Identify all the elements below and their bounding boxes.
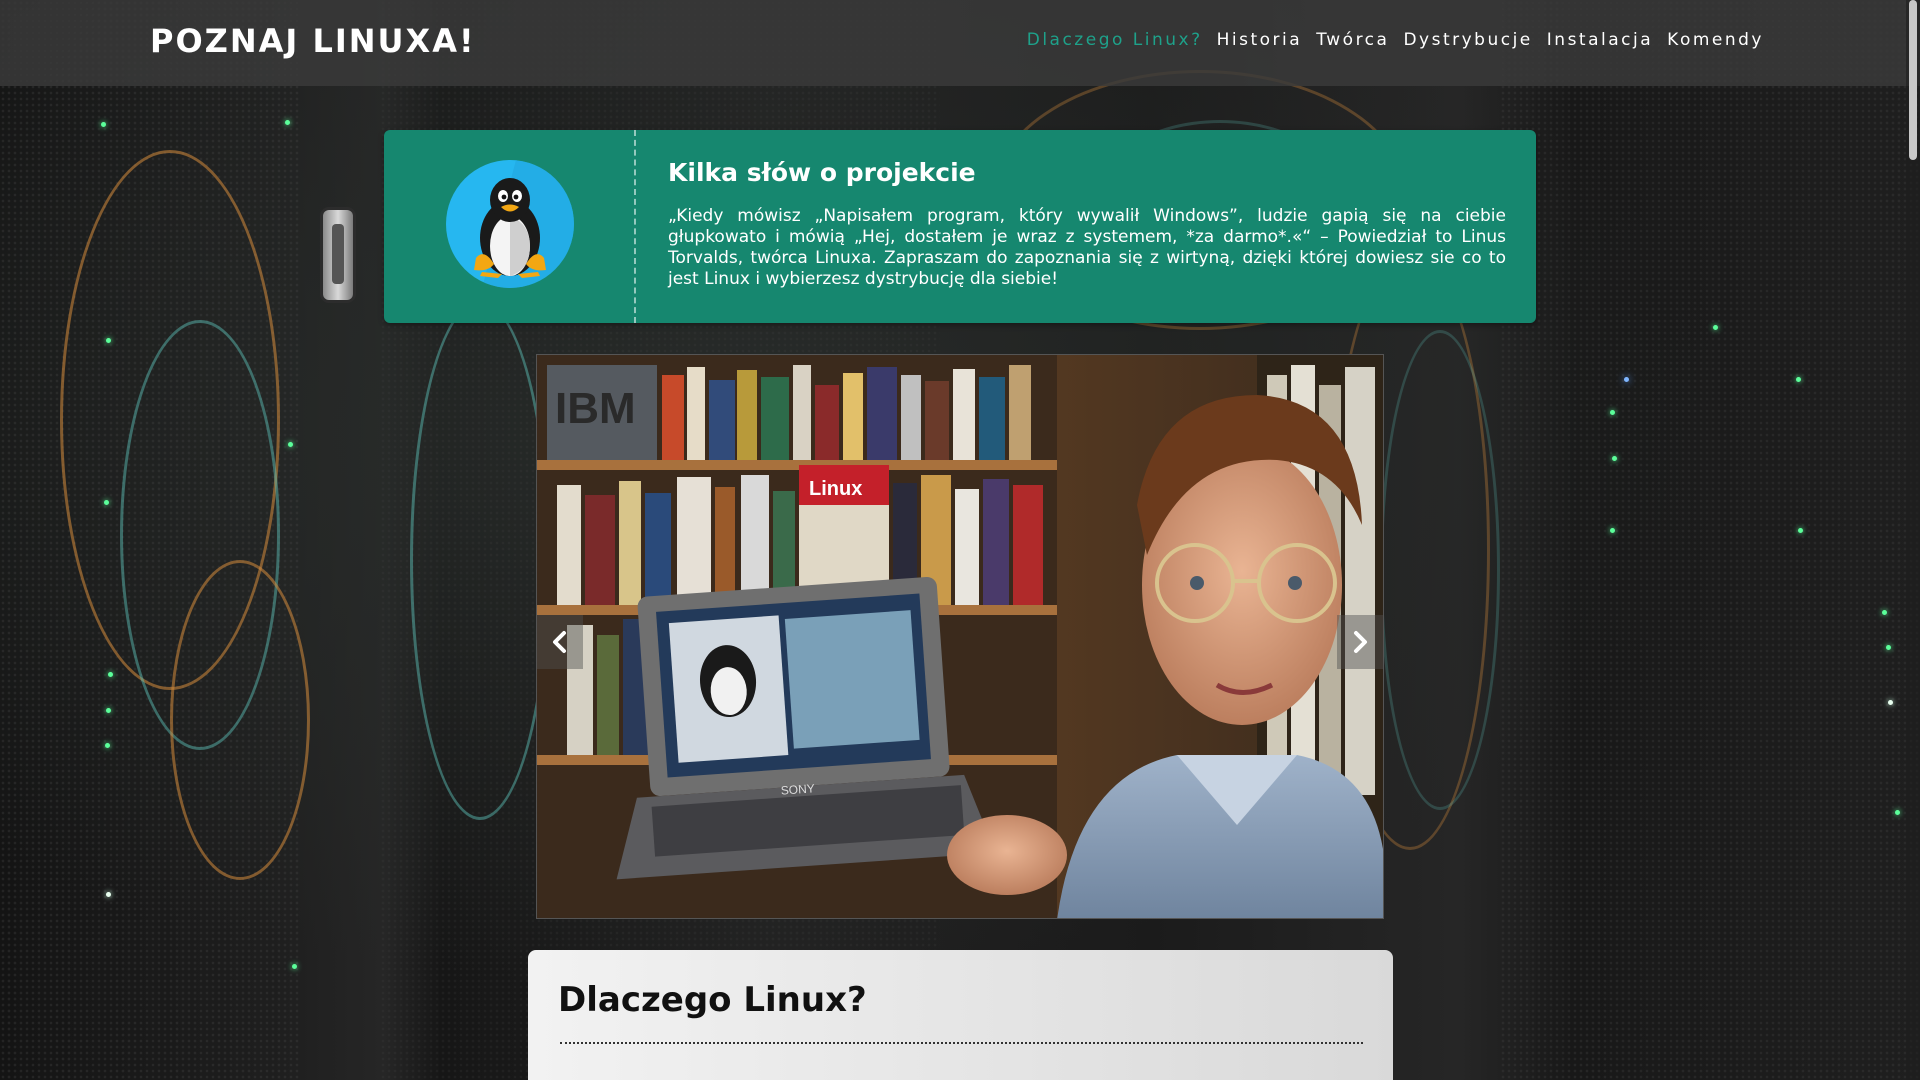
nav-item-instalacja[interactable]: Instalacja — [1547, 30, 1653, 50]
section-title: Dlaczego Linux? — [558, 980, 867, 1020]
cable-decor — [410, 300, 550, 820]
photo-book-linux-text: Linux — [809, 478, 862, 500]
project-intro-card: Kilka słów o projekcie „Kiedy mówisz „Na… — [384, 130, 1536, 323]
top-navbar: POZNAJ LINUXA! Dlaczego Linux? Historia … — [0, 0, 1920, 86]
intro-quote-text: „Kiedy mówisz „Napisałem program, który … — [668, 206, 1506, 289]
carousel-next-button[interactable] — [1337, 615, 1383, 669]
section-divider — [560, 1042, 1363, 1044]
main-nav: Dlaczego Linux? Historia Twórca Dystrybu… — [1027, 30, 1764, 50]
nav-item-dlaczego-linux[interactable]: Dlaczego Linux? — [1027, 30, 1203, 50]
nav-item-tworca[interactable]: Twórca — [1316, 30, 1389, 50]
carousel-prev-button[interactable] — [537, 615, 583, 669]
intro-title: Kilka słów o projekcie — [668, 158, 976, 187]
intro-logo-area — [384, 130, 636, 323]
why-linux-section: Dlaczego Linux? — [528, 950, 1393, 1080]
cable-decor — [170, 560, 310, 880]
chevron-right-icon — [1354, 631, 1367, 653]
nav-item-historia[interactable]: Historia — [1217, 30, 1303, 50]
chevron-left-icon — [553, 631, 566, 653]
image-carousel: IBM Linux SONY — [536, 354, 1384, 919]
tux-penguin-icon — [446, 160, 574, 288]
svg-text:SONY: SONY — [780, 781, 815, 797]
rack-mesh-right — [1500, 0, 1920, 1080]
rack-door-handle — [323, 210, 353, 300]
site-title[interactable]: POZNAJ LINUXA! — [150, 22, 476, 60]
page-scrollbar[interactable] — [1906, 0, 1920, 1080]
nav-item-dystrybucje[interactable]: Dystrybucje — [1403, 30, 1532, 50]
man-holding-laptop-photo: IBM Linux SONY — [537, 355, 1383, 918]
cable-decor — [1380, 330, 1500, 810]
photo-book-ibm-text: IBM — [555, 384, 636, 433]
nav-item-komendy[interactable]: Komendy — [1667, 30, 1764, 50]
scrollbar-thumb[interactable] — [1909, 0, 1917, 160]
